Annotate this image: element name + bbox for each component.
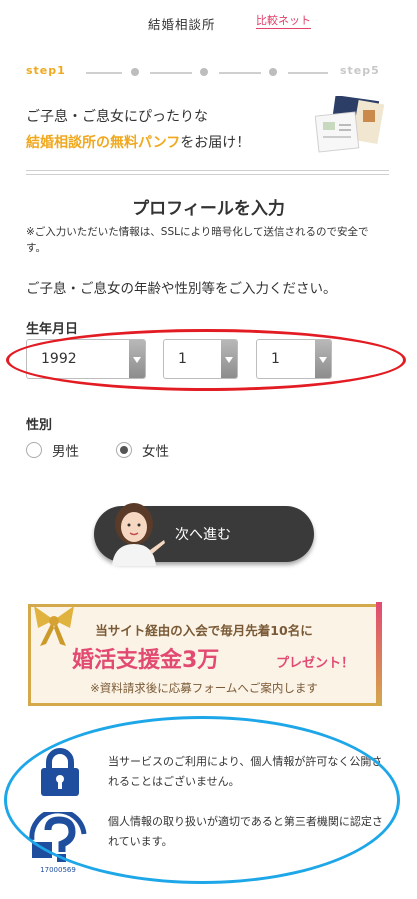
gender-female-radio[interactable]: 女性 [116, 440, 169, 460]
birth-day-value: 1 [271, 351, 280, 367]
gender-male-label: 男性 [52, 444, 79, 460]
birth-month-select[interactable]: 1 [163, 339, 238, 379]
campaign-main-text: 婚活支援金3万 [72, 648, 220, 673]
step-last-label: step5 [340, 64, 380, 77]
profile-instruction: ご子息・ご息女の年齢や性別等をご入力ください。 [26, 281, 337, 297]
gender-label: 性別 [26, 418, 53, 433]
profile-title: プロフィールを入力 [132, 199, 285, 219]
radio-circle [26, 442, 42, 458]
intro-text: ご子息・ご息女にぴったりな 結婚相談所の無料パンフをお届け！ [26, 104, 250, 156]
step-line [86, 72, 122, 74]
gender-male-radio[interactable]: 男性 [26, 440, 79, 460]
privacy-text-line: れることはございません。 [108, 775, 240, 788]
lock-icon [41, 748, 79, 796]
step-line [150, 72, 192, 74]
step-dot [131, 68, 139, 76]
step-line [219, 72, 261, 74]
pamphlet-illustration [315, 96, 385, 153]
ssl-note: ※ご入力いただいた情報は、SSLにより暗号化して送信されるので安全です。 [26, 226, 369, 254]
intro-highlight: 結婚相談所の無料パンフ [26, 135, 181, 151]
pmark-number: 17000569 [40, 866, 76, 874]
birth-year-select[interactable]: 1992 [26, 339, 146, 379]
campaign-note: ※資料請求後に応募フォームへご案内します [90, 681, 318, 695]
intro-line1: ご子息・ご息女にぴったりな [26, 109, 208, 125]
divider [26, 174, 389, 175]
birth-month-value: 1 [178, 351, 187, 367]
intro-line2-rest: をお届け！ [180, 135, 251, 151]
site-logo[interactable]: 結婚相談所 [148, 14, 216, 33]
step-dot [269, 68, 277, 76]
radio-circle-checked [116, 442, 132, 458]
birth-day-select[interactable]: 1 [256, 339, 332, 379]
privacy-text-line: 当サービスのご利用により、個人情報が許可なく公開さ [108, 755, 383, 768]
birthdate-label: 生年月日 [26, 322, 79, 337]
privacy-statement-1: 当サービスのご利用により、個人情報が許可なく公開さ れることはございません。 [108, 752, 388, 792]
gender-female-label: 女性 [142, 444, 169, 460]
step-line [288, 72, 328, 74]
privacy-text-line: れています。 [108, 835, 173, 848]
campaign-present-text: プレゼント！ [276, 656, 355, 671]
privacy-text-line: 個人情報の取り扱いが適切であると第三者機関に認定さ [108, 815, 383, 828]
chevron-down-icon [315, 340, 331, 378]
site-logo-sub[interactable]: 比較ネット [256, 14, 311, 29]
advisor-avatar [112, 503, 165, 566]
step-current-label: step1 [26, 64, 66, 77]
chevron-down-icon [129, 340, 145, 378]
chevron-down-icon [221, 340, 237, 378]
intro-line2: 結婚相談所の無料パンフをお届け！ [26, 130, 250, 156]
campaign-headline: 当サイト経由の入会で毎月先着10名に [95, 623, 313, 638]
next-button-label: 次へ進む [175, 527, 231, 543]
privacy-mark-icon: 17000569 [29, 812, 87, 874]
step-dot [200, 68, 208, 76]
header: 結婚相談所 比較ネット [0, 0, 417, 44]
birth-year-value: 1992 [41, 351, 77, 367]
divider [26, 170, 389, 171]
privacy-statement-2: 個人情報の取り扱いが適切であると第三者機関に認定さ れています。 [108, 812, 388, 852]
